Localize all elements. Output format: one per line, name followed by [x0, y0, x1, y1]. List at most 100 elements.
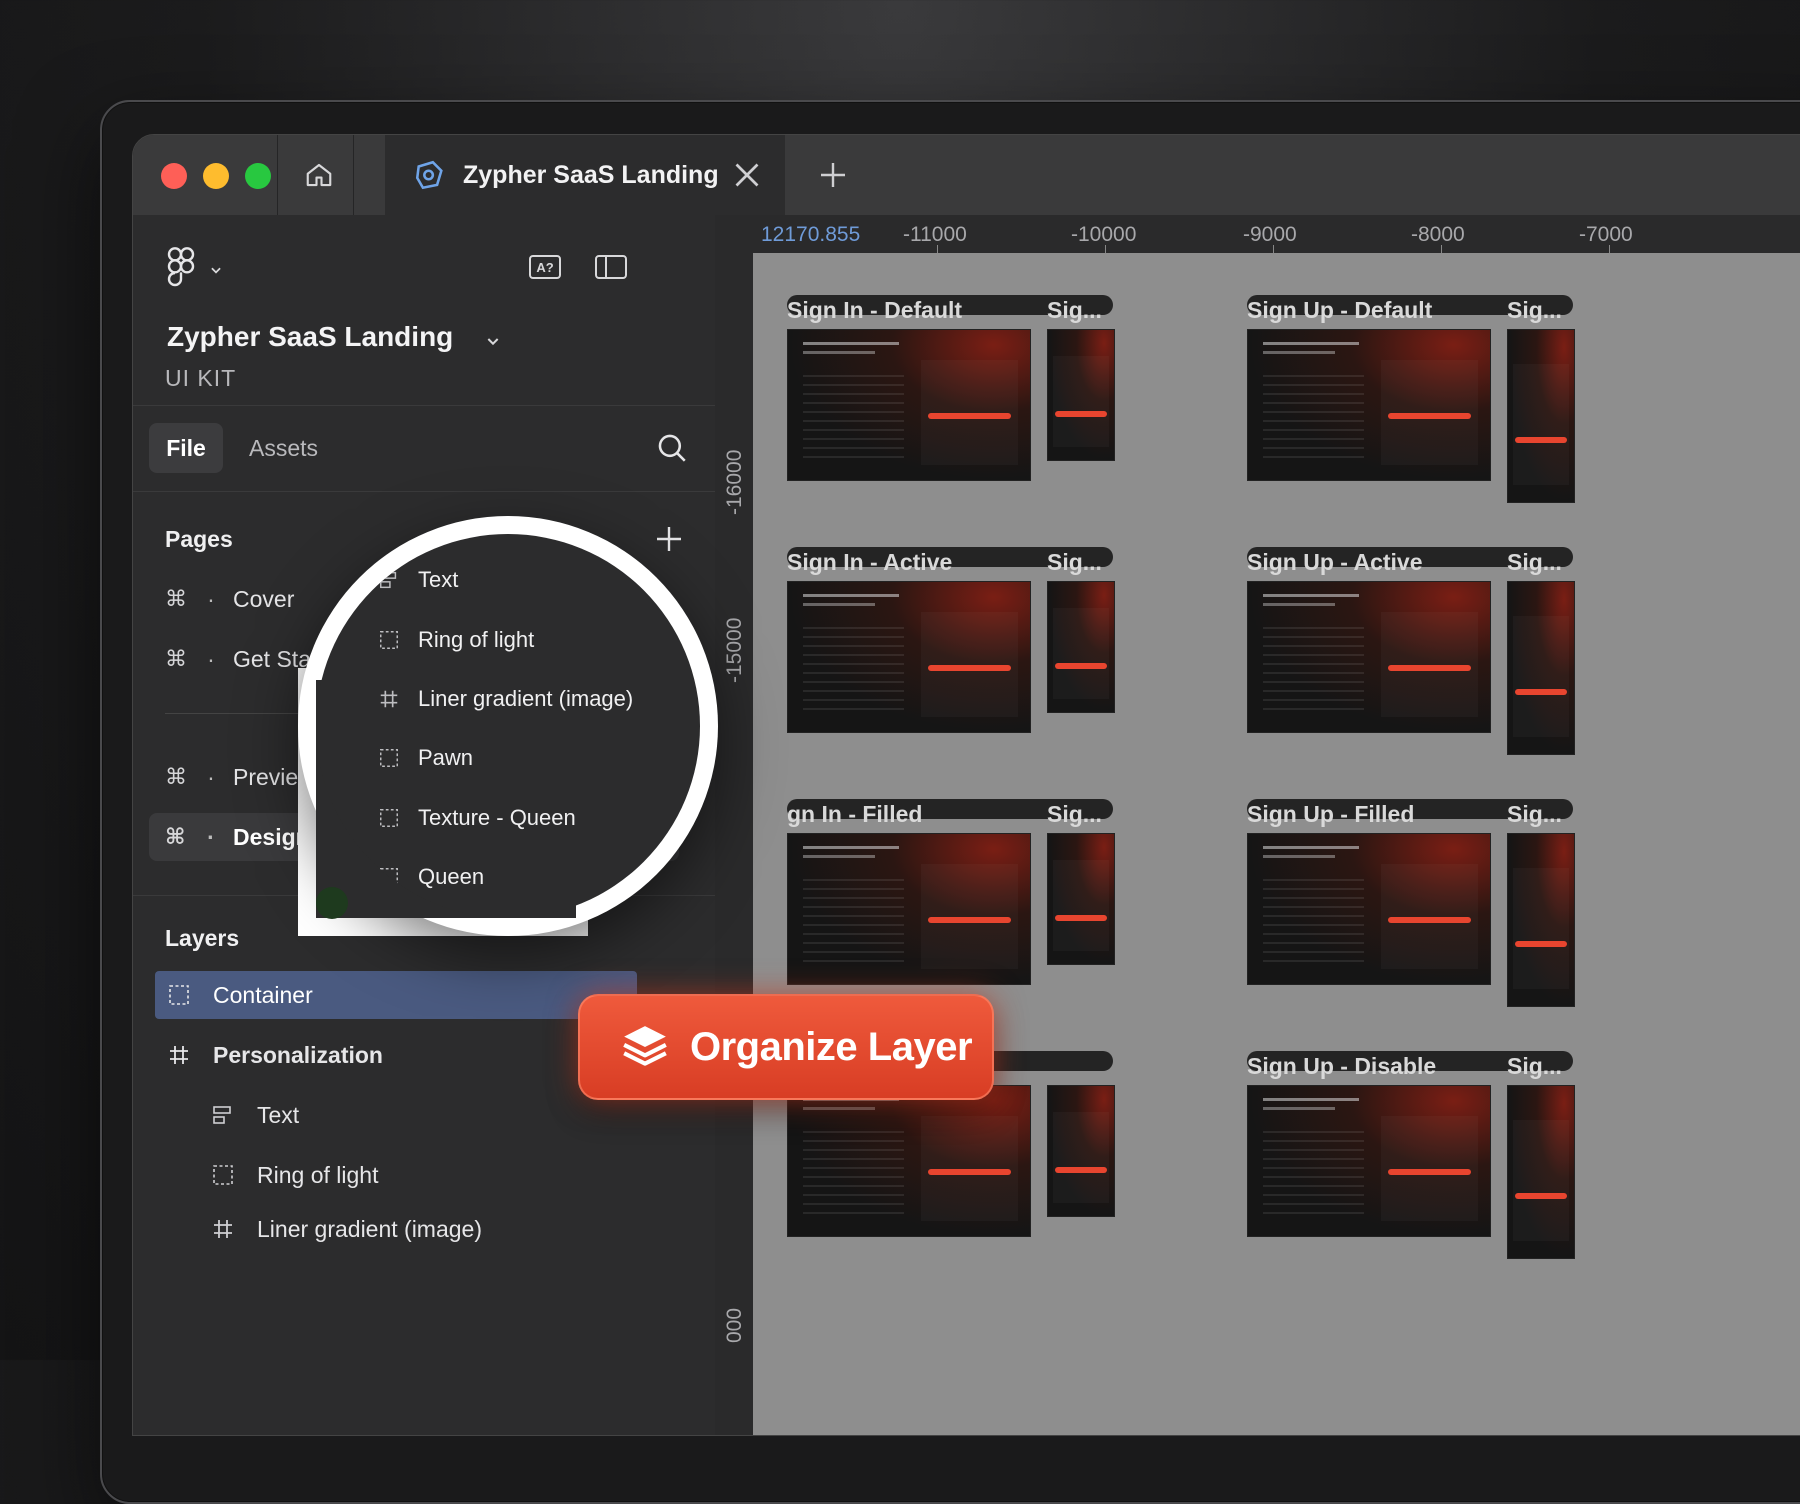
chevron-down-icon[interactable]	[485, 333, 501, 349]
command-icon: ⌘	[165, 824, 186, 849]
frame-label-short[interactable]: Sig...	[1507, 297, 1562, 324]
page-bullet: ·	[207, 823, 215, 850]
mag-layer-liner-gradient[interactable]: Liner gradient (image)	[378, 679, 633, 719]
frame-hash-icon	[170, 1046, 188, 1064]
tab-zypher-saas-landing[interactable]: Zypher SaaS Landing	[385, 135, 785, 215]
chevron-down-icon[interactable]	[209, 263, 223, 277]
sidebar-toggle-icon[interactable]	[593, 249, 629, 285]
frame-thumbnail-mobile[interactable]	[1507, 581, 1575, 755]
file-name[interactable]: Zypher SaaS Landing	[167, 321, 453, 353]
layers-label: Layers	[165, 925, 240, 951]
frame-thumbnail-mobile[interactable]	[1047, 581, 1115, 713]
frame-label[interactable]: Sign Up - Default	[1247, 297, 1432, 324]
layers-stack-icon	[623, 1026, 667, 1066]
frame-thumbnail-desktop[interactable]	[787, 581, 1031, 733]
frame-hash-icon	[380, 690, 398, 708]
frame-thumbnail-mobile[interactable]	[1047, 329, 1115, 461]
dashed-frame-icon	[380, 631, 398, 649]
ruler-tick	[1273, 245, 1274, 253]
mag-layer-text[interactable]: Text	[378, 560, 458, 600]
organize-layer-button[interactable]: Organize Layer	[578, 994, 994, 1100]
frame-thumbnail-mobile[interactable]	[1507, 833, 1575, 1007]
ruler-tick	[1441, 245, 1442, 253]
frame-thumbnail-mobile[interactable]	[1047, 1085, 1115, 1217]
frame-thumbnail-desktop[interactable]	[1247, 833, 1491, 985]
layer-label: Liner gradient (image)	[418, 686, 634, 711]
ai-text-icon[interactable]: A?	[527, 249, 563, 285]
file-header: A? Zypher SaaS Landing UI KIT	[133, 215, 715, 406]
frame-thumbnail-desktop[interactable]	[787, 833, 1031, 985]
layer-ring-of-light[interactable]: Ring of light	[211, 1151, 771, 1199]
frame-label-short[interactable]: Sig...	[1507, 549, 1562, 576]
maximize-window-button[interactable]	[245, 163, 271, 189]
frame-label[interactable]: Sign Up - Disable	[1247, 1053, 1436, 1080]
layer-label: Liner gradient (image)	[257, 1215, 483, 1242]
tab-title: Zypher SaaS Landing	[463, 160, 719, 189]
frame-label[interactable]: Sign In - Default	[787, 297, 962, 324]
frame-label[interactable]: Sign Up - Filled	[1247, 801, 1414, 828]
page-bullet: ·	[207, 585, 215, 612]
text-layer-icon	[380, 571, 397, 589]
frame-thumbnail-desktop[interactable]	[787, 329, 1031, 481]
design-canvas[interactable]: Sign In - Default Sig... Sign Up - Defau…	[753, 253, 1800, 1435]
figma-logo-icon[interactable]	[167, 247, 195, 287]
titlebar-separator	[353, 135, 354, 215]
file-subtitle: UI KIT	[165, 365, 237, 391]
tab-file[interactable]: File	[149, 423, 223, 473]
magnifier-dot	[316, 887, 348, 919]
frame-label-short[interactable]: Sig...	[1047, 297, 1102, 324]
plus-icon[interactable]	[815, 157, 851, 193]
home-button[interactable]	[301, 157, 337, 193]
layer-liner-gradient[interactable]: Liner gradient (image)	[211, 1205, 771, 1253]
window-controls	[161, 163, 271, 189]
minimize-window-button[interactable]	[203, 163, 229, 189]
layer-label: Container	[213, 981, 313, 1008]
layer-label: Queen	[418, 864, 485, 889]
layer-container[interactable]: Container	[155, 971, 637, 1019]
title-bar: Zypher SaaS Landing	[133, 135, 1800, 216]
frame-thumbnail-desktop[interactable]	[1247, 581, 1491, 733]
mag-layer-ring-of-light[interactable]: Ring of light	[378, 620, 534, 660]
ruler-label: -10000	[1071, 223, 1137, 246]
frame-label-short[interactable]: Sig...	[1507, 1053, 1562, 1080]
mag-layer-texture-queen[interactable]: Texture - Queen	[378, 798, 576, 838]
mag-layer-queen[interactable]: Queen	[378, 857, 484, 897]
frame-thumbnail-mobile[interactable]	[1507, 1085, 1575, 1259]
frame-label-short[interactable]: Sig...	[1047, 801, 1102, 828]
ruler-tick	[1609, 245, 1610, 253]
drafts-icon	[415, 160, 443, 190]
frame-label[interactable]: Sign Up - Active	[1247, 549, 1423, 576]
ruler-label: -11000	[903, 223, 967, 246]
mag-layer-pawn[interactable]: Pawn	[378, 738, 473, 778]
ruler-label: -8000	[1411, 223, 1465, 246]
magnifier-lens: Text Ring of light Liner gradient (image…	[316, 534, 700, 918]
frame-label-short[interactable]: Sig...	[1507, 801, 1562, 828]
frame-thumbnail-desktop[interactable]	[787, 1085, 1031, 1237]
frame-thumbnail-desktop[interactable]	[1247, 329, 1491, 481]
layer-label: Text	[418, 567, 459, 592]
search-icon[interactable]	[655, 431, 689, 465]
tab-assets[interactable]: Assets	[249, 435, 318, 462]
layer-label: Pawn	[418, 745, 474, 770]
horizontal-ruler: 12170.855 -11000 -10000 -9000 -8000 -700…	[715, 215, 1800, 254]
page-bullet: ·	[207, 763, 215, 790]
close-window-button[interactable]	[161, 163, 187, 189]
dashed-frame-icon	[380, 809, 398, 827]
command-icon: ⌘	[165, 764, 187, 789]
command-icon: ⌘	[165, 586, 187, 611]
close-icon[interactable]	[729, 157, 765, 193]
add-page-icon[interactable]	[653, 523, 685, 555]
frame-label[interactable]: gn In - Filled	[787, 801, 922, 828]
frame-thumbnail-mobile[interactable]	[1047, 833, 1115, 965]
frame-label-short[interactable]: Sig...	[1047, 549, 1102, 576]
home-icon	[306, 163, 332, 187]
dashed-frame-icon	[213, 1165, 233, 1185]
vertical-ruler: -16000 -15000 000	[715, 253, 754, 1435]
frame-thumbnail-mobile[interactable]	[1507, 329, 1575, 503]
frame-thumbnail-desktop[interactable]	[1247, 1085, 1491, 1237]
page-label: Cover	[233, 585, 295, 612]
command-icon: ⌘	[165, 646, 187, 671]
pages-label: Pages	[165, 526, 233, 552]
frame-label[interactable]: Sign In - Active	[787, 549, 952, 576]
ruler-label-current: 12170.855	[761, 223, 861, 246]
